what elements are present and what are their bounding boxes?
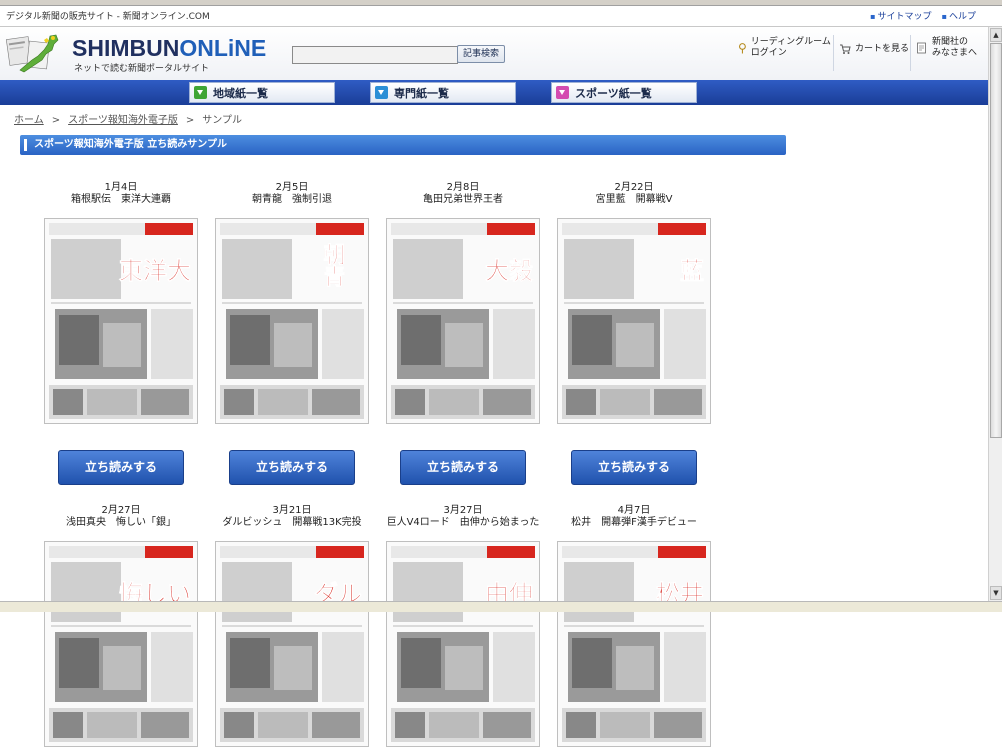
sample-caption: 浅田真央 悔しい「銀」	[66, 517, 176, 528]
sample-date: 2月8日	[446, 182, 480, 193]
browser-status-bar	[0, 601, 1002, 612]
top-links: サイトマップ ヘルプ	[870, 9, 976, 22]
sample-date: 4月7日	[617, 505, 651, 516]
tab-label: スポーツ紙一覧	[575, 86, 652, 100]
reading-room-login-link[interactable]: ⚲ リーディングルーム ログイン	[738, 37, 831, 59]
search-input[interactable]	[292, 46, 458, 64]
for-newspapers-label: 新聞社の みなさまへ	[932, 37, 978, 58]
sample-caption: 朝青龍 強制引退	[252, 194, 332, 205]
headline-text: 東洋大	[119, 257, 191, 285]
newspaper-thumbnail[interactable]: 藍	[557, 218, 711, 424]
newspaper-thumbnail[interactable]: 松井	[557, 541, 711, 747]
vertical-scrollbar[interactable]: ▲ ▼	[988, 27, 1002, 601]
cart-link[interactable]: カートを見る	[839, 43, 909, 55]
triangle-down-icon	[194, 86, 207, 99]
header-divider	[833, 35, 834, 71]
japan-map-logo-icon[interactable]	[6, 32, 66, 78]
newspaper-thumbnail[interactable]: 大毅	[386, 218, 540, 424]
read-sample-button[interactable]: 立ち読みする	[58, 450, 184, 485]
breadcrumb-separator: >	[51, 115, 61, 126]
triangle-down-icon	[556, 86, 569, 99]
logo-accent-text: ONLiNE	[179, 35, 267, 61]
tab-label: 専門紙一覧	[394, 86, 449, 100]
for-newspapers-link[interactable]: 新聞社の みなさまへ	[916, 37, 977, 59]
newspaper-thumbnail[interactable]: ダル	[215, 541, 369, 747]
sample-card-header: 3月27日 巨人V4ロード 由伸から始まった	[378, 505, 548, 529]
newspaper-front-page-image: 東洋大	[45, 219, 197, 423]
sample-card-header: 4月7日 松井 開幕弾F漢手デビュー	[549, 505, 719, 529]
headline-text: 朝青	[320, 242, 346, 287]
scroll-up-arrow-icon[interactable]: ▲	[990, 28, 1002, 42]
breadcrumb-current: サンプル	[202, 115, 242, 126]
cart-label: カートを見る	[855, 43, 910, 54]
sample-card-header: 3月21日 ダルビッシュ 開幕戦13K完投	[207, 505, 377, 529]
logo-tagline: ネットで読む新聞ポータルサイト	[74, 64, 210, 74]
triangle-down-icon	[375, 86, 388, 99]
tab-sports-papers[interactable]: スポーツ紙一覧	[551, 82, 697, 103]
sample-card-header: 2月5日 朝青龍 強制引退	[207, 182, 377, 206]
document-icon	[917, 42, 926, 54]
newspaper-thumbnail[interactable]: 東洋大	[44, 218, 198, 424]
category-nav-bar: 地域紙一覧 専門紙一覧 スポーツ紙一覧	[0, 80, 988, 105]
scroll-down-arrow-icon[interactable]: ▼	[990, 586, 1002, 600]
newspaper-front-page-image: 由伸	[387, 542, 539, 746]
read-sample-button[interactable]: 立ち読みする	[400, 450, 526, 485]
breadcrumb-section[interactable]: スポーツ報知海外電子版	[68, 115, 178, 126]
sample-date: 1月4日	[104, 182, 138, 193]
sample-card-header: 2月27日 浅田真央 悔しい「銀」	[36, 505, 206, 529]
tab-regional-papers[interactable]: 地域紙一覧	[189, 82, 335, 103]
scrollbar-thumb[interactable]	[990, 43, 1002, 438]
tab-specialty-papers[interactable]: 専門紙一覧	[370, 82, 516, 103]
sample-card-header: 2月22日 宮里藍 開幕戦V	[549, 182, 719, 206]
newspaper-front-page-image: 大毅	[387, 219, 539, 423]
cart-icon	[840, 44, 851, 54]
newspaper-front-page-image: 悔しい	[45, 542, 197, 746]
logo-main-text: SHIMBUN	[72, 35, 180, 61]
headline-text: 大毅	[485, 257, 534, 285]
sample-card-header: 2月8日 亀田兄弟世界王者	[378, 182, 548, 206]
sample-caption: 亀田兄弟世界王者	[423, 194, 503, 205]
breadcrumb-separator: >	[185, 115, 195, 126]
headline-text: 藍	[680, 257, 704, 285]
site-header: SHIMBUNONLiNE ネットで読む新聞ポータルサイト 記事検索 ⚲ リーデ…	[0, 27, 988, 80]
site-description: デジタル新聞の販売サイト - 新聞オンライン.COM	[6, 12, 210, 22]
sample-date: 3月27日	[443, 505, 483, 516]
newspaper-front-page-image: 藍	[558, 219, 710, 423]
sample-date: 2月5日	[275, 182, 309, 193]
tab-label: 地域紙一覧	[213, 86, 268, 100]
newspaper-thumbnail[interactable]: 由伸	[386, 541, 540, 747]
sample-caption: 巨人V4ロード 由伸から始まった	[386, 517, 540, 528]
read-sample-button[interactable]: 立ち読みする	[229, 450, 355, 485]
sample-caption: 宮里藍 開幕戦V	[595, 194, 673, 205]
help-link[interactable]: ヘルプ	[942, 9, 976, 22]
sample-date: 2月27日	[101, 505, 141, 516]
sample-card-header: 1月4日 箱根駅伝 東洋大連覇	[36, 182, 206, 206]
breadcrumb: ホーム > スポーツ報知海外電子版 > サンプル	[14, 111, 242, 126]
sample-caption: 箱根駅伝 東洋大連覇	[71, 194, 171, 205]
newspaper-thumbnail[interactable]: 朝青	[215, 218, 369, 424]
page-title: スポーツ報知海外電子版 立ち読みサンプル	[20, 135, 786, 155]
sitemap-link[interactable]: サイトマップ	[870, 9, 932, 22]
breadcrumb-home[interactable]: ホーム	[14, 115, 44, 126]
sample-date: 3月21日	[272, 505, 312, 516]
header-divider	[910, 35, 911, 71]
reading-room-label: リーディングルーム ログイン	[750, 37, 831, 58]
newspaper-thumbnail[interactable]: 悔しい	[44, 541, 198, 747]
sample-caption: 松井 開幕弾F漢手デビュー	[571, 517, 697, 528]
search-button[interactable]: 記事検索	[457, 45, 506, 63]
newspaper-front-page-image: 朝青	[216, 219, 368, 423]
site-logo[interactable]: SHIMBUNONLiNE	[72, 36, 266, 60]
newspaper-front-page-image: 松井	[558, 542, 710, 746]
read-sample-button[interactable]: 立ち読みする	[571, 450, 697, 485]
newspaper-front-page-image: ダル	[216, 542, 368, 746]
key-icon: ⚲	[738, 40, 747, 55]
site-top-strip: デジタル新聞の販売サイト - 新聞オンライン.COM サイトマップ ヘルプ	[0, 6, 1002, 27]
sample-caption: ダルビッシュ 開幕戦13K完投	[222, 517, 362, 528]
sample-date: 2月22日	[614, 182, 654, 193]
